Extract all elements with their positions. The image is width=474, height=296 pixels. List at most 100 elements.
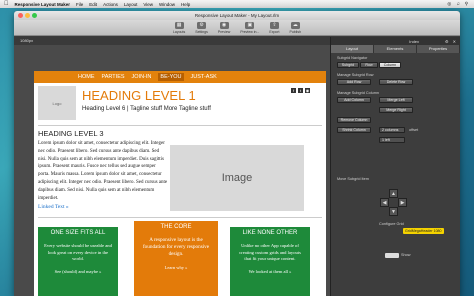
remove-column-button[interactable]: Remove Column xyxy=(337,117,371,123)
box-link[interactable]: Learn why » xyxy=(134,265,218,270)
menu-file[interactable]: File xyxy=(76,2,83,7)
box-body: A responsive layout is the foundation fo… xyxy=(142,237,210,258)
site-navbar: HOME PARTIES JOIN-IN BE-YOU JUST-ASK xyxy=(34,71,326,83)
publish-label: Publish xyxy=(289,29,302,34)
arrow-right-icon[interactable]: ▶ xyxy=(398,198,407,207)
box-link[interactable]: See (should) and maybe » xyxy=(38,269,118,274)
preview-label: Preview xyxy=(217,29,231,34)
menu-bar:  Responsive Layout Maker File Edit Acti… xyxy=(0,0,474,8)
arrow-up-icon[interactable]: ▲ xyxy=(389,189,398,198)
row-button[interactable]: Row xyxy=(360,62,378,68)
publish-button[interactable]: ☁ Publish xyxy=(289,21,302,34)
move-pad: ▲ ◀ ▶ ▼ xyxy=(380,189,408,217)
inspector-panel: Index ⚙ ✕ Layout Elements Properties Sub… xyxy=(330,37,460,296)
box-like-none-other[interactable]: LIKE NONE OTHER Unlike no other App capa… xyxy=(230,227,310,296)
subgrid-navigator-label: Subgrid Navigator xyxy=(337,56,368,60)
layouts-button[interactable]: ▦ Layouts xyxy=(172,21,186,34)
left-offset-select[interactable]: 1 left xyxy=(379,137,405,143)
menu-window[interactable]: Window xyxy=(159,2,175,7)
nav-be-you[interactable]: BE-YOU xyxy=(158,73,184,81)
menu-view[interactable]: View xyxy=(143,2,153,7)
inspector-tabs: Layout Elements Properties xyxy=(331,45,460,53)
window-title: Responsive Layout Maker - My Layout.rlm xyxy=(194,13,280,18)
export-icon: ⇧ xyxy=(269,21,279,29)
page-canvas[interactable]: HOME PARTIES JOIN-IN BE-YOU JUST-ASK Log… xyxy=(34,71,326,296)
settings-button[interactable]: ⚙ Settings xyxy=(195,21,208,34)
preview-button[interactable]: ◉ Preview xyxy=(217,21,231,34)
width-label[interactable]: 1080px xyxy=(20,37,33,45)
offset-label: offset xyxy=(409,128,419,132)
rss-icon[interactable]: ◉ xyxy=(305,88,310,93)
preview-in-browser-button[interactable]: ▣ Preview in... xyxy=(240,21,259,34)
app-window: Responsive Layout Maker - My Layout.rlm … xyxy=(14,11,460,296)
move-subgrid-label: Move Subgrid Item xyxy=(337,177,369,181)
heading-level-3[interactable]: HEADING LEVEL 3 xyxy=(38,129,104,138)
logo-placeholder[interactable]: Logo xyxy=(38,86,76,120)
arrow-left-icon[interactable]: ◀ xyxy=(380,198,389,207)
configure-grid-label: Configure Grid xyxy=(379,222,404,226)
menu-status-icons: ◎ ♫ ⚲ xyxy=(447,1,468,7)
merge-right-button[interactable]: Merge Right xyxy=(379,107,413,113)
title-bar: Responsive Layout Maker - My Layout.rlm xyxy=(14,11,460,20)
grid-select[interactable]: GridMegaHeader 1080 xyxy=(403,228,444,234)
column-button[interactable]: Column xyxy=(379,62,401,68)
body-text[interactable]: Lorem ipsum dolor sit amet, consectetur … xyxy=(38,140,168,202)
close-window-button[interactable] xyxy=(18,13,23,18)
menu-help[interactable]: Help xyxy=(181,2,190,7)
wifi-icon[interactable]: ◎ xyxy=(447,1,451,7)
box-the-core[interactable]: THE CORE A responsive layout is the foun… xyxy=(134,221,218,296)
tab-layout[interactable]: Layout xyxy=(331,45,374,53)
linked-text[interactable]: Linked Text » xyxy=(38,204,69,210)
divider xyxy=(38,217,322,218)
gear-icon[interactable]: ⚙ xyxy=(445,39,449,44)
minimize-window-button[interactable] xyxy=(25,13,30,18)
search-icon[interactable]: ⚲ xyxy=(465,1,468,7)
image-placeholder[interactable]: Image xyxy=(170,145,304,211)
menu-app-name[interactable]: Responsive Layout Maker xyxy=(15,2,71,7)
export-label: Export xyxy=(269,29,280,34)
delete-row-button[interactable]: Delete Row xyxy=(379,79,413,85)
arrow-down-icon[interactable]: ▼ xyxy=(389,207,398,216)
menu-actions[interactable]: Actions xyxy=(103,2,118,7)
preview-icon: ◉ xyxy=(219,21,229,29)
twitter-icon[interactable]: t xyxy=(298,88,303,93)
publish-icon: ☁ xyxy=(290,21,300,29)
nav-join-in[interactable]: JOIN-IN xyxy=(132,74,152,80)
browser-icon: ▣ xyxy=(245,21,255,29)
manage-column-label: Manage Subgrid Column xyxy=(337,91,380,95)
nav-parties[interactable]: PARTIES xyxy=(102,74,125,80)
facebook-icon[interactable]: f xyxy=(291,88,296,93)
layouts-icon: ▦ xyxy=(174,21,184,29)
box-body: Unlike no other App capable of creating … xyxy=(239,243,301,262)
window-controls xyxy=(18,13,37,18)
volume-icon[interactable]: ♫ xyxy=(456,1,459,7)
apple-icon[interactable]:  xyxy=(4,0,9,8)
tagline[interactable]: Heading Level 6 | Tagline stuff More Tag… xyxy=(82,106,211,112)
show-grid-toggle[interactable] xyxy=(385,253,399,258)
box-one-size-fits-all[interactable]: ONE SIZE FITS ALL Every website should b… xyxy=(38,227,118,296)
add-row-button[interactable]: Add Row xyxy=(337,79,371,85)
shrink-column-button[interactable]: Shrink Column xyxy=(337,127,371,133)
tab-elements[interactable]: Elements xyxy=(374,45,417,53)
tab-properties[interactable]: Properties xyxy=(417,45,460,53)
columns-select[interactable]: 2 columns xyxy=(379,127,405,133)
add-column-button[interactable]: Add Column xyxy=(337,97,371,103)
heading-level-1[interactable]: HEADING LEVEL 1 xyxy=(82,88,196,103)
menu-edit[interactable]: Edit xyxy=(89,2,97,7)
close-icon[interactable]: ✕ xyxy=(453,39,456,44)
manage-row-label: Manage Subgrid Row xyxy=(337,73,374,77)
social-icons: f t ◉ xyxy=(291,88,310,93)
nav-just-ask[interactable]: JUST-ASK xyxy=(191,74,217,80)
subgrid-button[interactable]: Subgrid xyxy=(337,62,359,68)
divider xyxy=(38,125,322,126)
merge-left-button[interactable]: Merge Left xyxy=(379,97,413,103)
settings-icon: ⚙ xyxy=(197,21,207,29)
menu-layout[interactable]: Layout xyxy=(124,2,138,7)
box-title: THE CORE xyxy=(160,224,192,230)
zoom-window-button[interactable] xyxy=(32,13,37,18)
nav-home[interactable]: HOME xyxy=(78,74,95,80)
box-body: Every website should be useable and look… xyxy=(44,243,112,262)
export-button[interactable]: ⇧ Export xyxy=(269,21,280,34)
layouts-label: Layouts xyxy=(172,29,186,34)
box-link[interactable]: We looked at them all » xyxy=(230,269,310,274)
